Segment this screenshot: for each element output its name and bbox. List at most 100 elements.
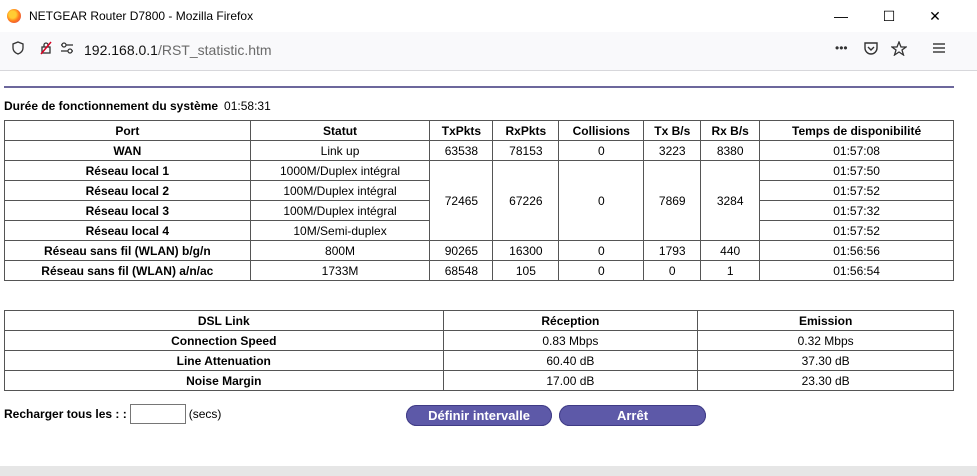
- table-row-wlan-anac: Réseau sans fil (WLAN) a/n/ac 1733M 6854…: [4, 260, 954, 281]
- uptime-cell: 01:57:50: [759, 160, 954, 181]
- status-cell: 100M/Duplex intégral: [249, 200, 431, 221]
- maximize-button[interactable]: ☐: [866, 4, 912, 28]
- uptime-cell: 01:56:56: [759, 240, 954, 261]
- col-header-uptime: Temps de disponibilité: [759, 120, 954, 141]
- status-cell: 100M/Duplex intégral: [249, 180, 431, 201]
- hamburger-menu-icon[interactable]: [932, 41, 946, 58]
- collisions-cell: 0: [558, 240, 645, 261]
- port-cell: Réseau sans fil (WLAN) a/n/ac: [4, 260, 251, 281]
- table-row-wlan-bgn: Réseau sans fil (WLAN) b/g/n 800M 90265 …: [4, 240, 954, 261]
- col-header-txpkts: TxPkts: [429, 120, 494, 141]
- col-header-emission: Emission: [697, 310, 954, 331]
- table-header-row: Port Statut TxPkts RxPkts Collisions Tx …: [4, 120, 954, 141]
- uptime-cell: 01:56:54: [759, 260, 954, 281]
- permissions-icon[interactable]: [60, 41, 74, 58]
- close-button[interactable]: ✕: [912, 4, 958, 28]
- collisions-cell: 0: [558, 140, 645, 161]
- reload-interval-input[interactable]: [129, 404, 186, 424]
- reception-cell: 60.40 dB: [442, 350, 699, 371]
- separator-line: [4, 86, 954, 88]
- txpkts-cell: 68548: [429, 260, 494, 281]
- col-header-rxbs: Rx B/s: [700, 120, 761, 141]
- collisions-cell: 0: [558, 260, 645, 281]
- dsl-label-cell: Connection Speed: [4, 330, 444, 351]
- status-cell: 10M/Semi-duplex: [249, 220, 431, 241]
- window-titlebar: NETGEAR Router D7800 - Mozilla Firefox —…: [0, 0, 977, 32]
- uptime-label: Durée de fonctionnement du système: [4, 99, 219, 113]
- txpkts-cell: 63538: [429, 140, 494, 161]
- col-header-dsl-link: DSL Link: [4, 310, 444, 331]
- port-cell: Réseau local 2: [4, 180, 251, 201]
- dsl-label-cell: Noise Margin: [4, 370, 444, 391]
- txpkts-cell: 90265: [429, 240, 494, 261]
- port-cell: Réseau local 1: [4, 160, 251, 181]
- rxbs-cell: 440: [700, 240, 761, 261]
- col-header-collisions: Collisions: [558, 120, 645, 141]
- lan-txbs-cell: 7869: [643, 160, 702, 241]
- rxbs-cell: 1: [700, 260, 761, 281]
- lan-collisions-cell: 0: [558, 160, 645, 241]
- uptime-value: 01:58:31: [224, 99, 271, 113]
- txbs-cell: 0: [643, 260, 702, 281]
- url-path: /RST_statistic.htm: [157, 42, 272, 58]
- port-cell: WAN: [4, 140, 251, 161]
- uptime-cell: 01:57:52: [759, 220, 954, 241]
- url-field[interactable]: 192.168.0.1/RST_statistic.htm: [84, 42, 272, 58]
- table-row: Noise Margin 17.00 dB 23.30 dB: [4, 370, 954, 391]
- table-row-lan1: Réseau local 1 1000M/Duplex intégral 724…: [4, 160, 954, 241]
- shield-icon[interactable]: [11, 41, 25, 58]
- page-actions-menu-icon[interactable]: •••: [835, 41, 848, 55]
- reception-cell: 0.83 Mbps: [442, 330, 699, 351]
- reception-cell: 17.00 dB: [442, 370, 699, 391]
- dsl-link-table: DSL Link Réception Emission Connection S…: [4, 310, 954, 391]
- txbs-cell: 1793: [643, 240, 702, 261]
- col-header-rxpkts: RxPkts: [492, 120, 560, 141]
- port-cell: Réseau local 4: [4, 220, 251, 241]
- reload-label: Recharger tous les : :: [4, 407, 127, 421]
- firefox-logo-icon: [7, 9, 21, 23]
- uptime-cell: 01:57:08: [759, 140, 954, 161]
- stop-button[interactable]: Arrêt: [559, 405, 706, 426]
- emission-cell: 23.30 dB: [697, 370, 954, 391]
- set-interval-button[interactable]: Définir intervalle: [406, 405, 552, 426]
- status-cell: Link up: [249, 140, 431, 161]
- rxpkts-cell: 105: [492, 260, 560, 281]
- port-statistics-table: Port Statut TxPkts RxPkts Collisions Tx …: [4, 120, 954, 281]
- emission-cell: 0.32 Mbps: [697, 330, 954, 351]
- reload-interval-row: Recharger tous les : : (secs): [4, 404, 221, 424]
- dsl-label-cell: Line Attenuation: [4, 350, 444, 371]
- table-header-row: DSL Link Réception Emission: [4, 310, 954, 331]
- taskbar-strip: [0, 466, 977, 476]
- col-header-port: Port: [4, 120, 251, 141]
- uptime-cell: 01:57:52: [759, 180, 954, 201]
- lan-txpkts-cell: 72465: [429, 160, 494, 241]
- port-cell: Réseau local 3: [4, 200, 251, 221]
- status-cell: 800M: [249, 240, 431, 261]
- system-uptime: Durée de fonctionnement du système 01:58:…: [4, 99, 271, 113]
- lan-rxbs-cell: 3284: [700, 160, 761, 241]
- rxpkts-cell: 16300: [492, 240, 560, 261]
- txbs-cell: 3223: [643, 140, 702, 161]
- table-row: Connection Speed 0.83 Mbps 0.32 Mbps: [4, 330, 954, 351]
- minimize-button[interactable]: —: [818, 4, 864, 28]
- port-cell: Réseau sans fil (WLAN) b/g/n: [4, 240, 251, 261]
- insecure-lock-icon[interactable]: [39, 41, 53, 58]
- rxbs-cell: 8380: [700, 140, 761, 161]
- secs-label: (secs): [188, 407, 222, 421]
- status-cell: 1000M/Duplex intégral: [249, 160, 431, 181]
- table-row-wan: WAN Link up 63538 78153 0 3223 8380 01:5…: [4, 140, 954, 161]
- col-header-reception: Réception: [442, 310, 699, 331]
- uptime-cell: 01:57:32: [759, 200, 954, 221]
- rxpkts-cell: 78153: [492, 140, 560, 161]
- address-bar: 192.168.0.1/RST_statistic.htm •••: [0, 32, 977, 71]
- pocket-icon[interactable]: [863, 41, 879, 59]
- table-row: Line Attenuation 60.40 dB 37.30 dB: [4, 350, 954, 371]
- col-header-status: Statut: [249, 120, 431, 141]
- col-header-txbs: Tx B/s: [643, 120, 702, 141]
- lan-rxpkts-cell: 67226: [492, 160, 560, 241]
- url-host: 192.168.0.1: [84, 42, 158, 58]
- status-cell: 1733M: [249, 260, 431, 281]
- bookmark-star-icon[interactable]: [890, 40, 908, 59]
- window-title: NETGEAR Router D7800 - Mozilla Firefox: [29, 9, 254, 23]
- emission-cell: 37.30 dB: [697, 350, 954, 371]
